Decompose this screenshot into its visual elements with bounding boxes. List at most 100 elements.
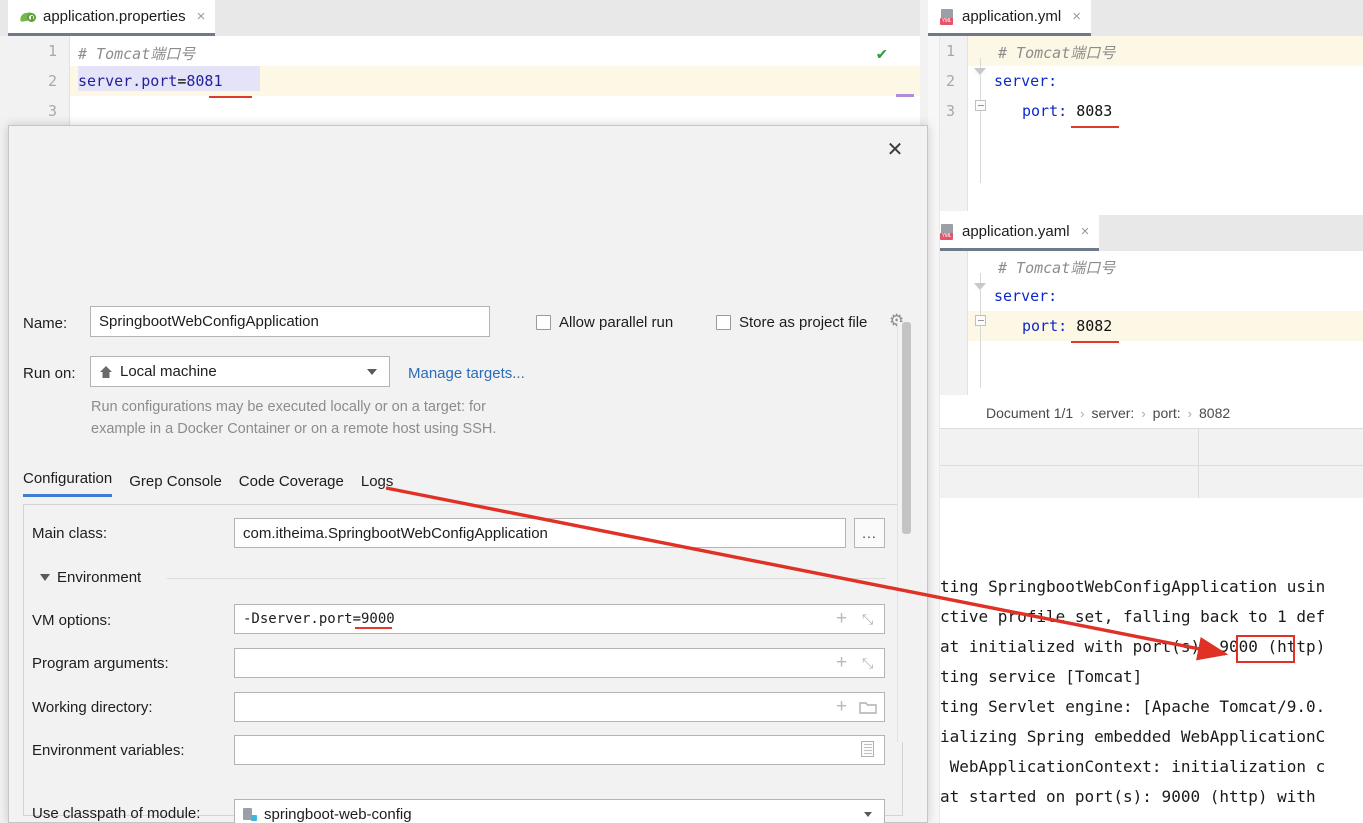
folder-icon[interactable]	[859, 700, 877, 717]
tab-application-properties[interactable]: application.properties ×	[8, 0, 215, 36]
property-value: 8081	[186, 72, 222, 90]
store-as-project-file-label: Store as project file	[739, 314, 867, 331]
code-area-yaml[interactable]: # Tomcat端口号 server: port: 8082	[968, 251, 1363, 395]
environment-section-header[interactable]: Environment	[40, 569, 141, 586]
fold-toggle-icon[interactable]	[975, 100, 986, 111]
browse-main-class-button[interactable]: ...	[854, 518, 885, 548]
scrollbar-marker	[896, 94, 914, 97]
code-line-port: port: 8083	[1022, 102, 1112, 120]
error-underline	[209, 96, 252, 98]
use-classpath-of-module-label: Use classpath of module:	[32, 805, 200, 822]
list-icon[interactable]	[861, 741, 874, 757]
run-configuration-dialog: ✕ Name: SpringbootWebConfigApplication A…	[8, 125, 928, 823]
close-icon[interactable]: ×	[1081, 223, 1090, 240]
tab-application-yaml[interactable]: YML application.yaml ×	[928, 215, 1099, 251]
add-icon[interactable]: +	[836, 653, 847, 672]
breadcrumb-item-port[interactable]: port:	[1153, 405, 1181, 421]
use-classpath-of-module-select[interactable]: springboot-web-config	[234, 799, 885, 823]
breadcrumb-item-document[interactable]: Document 1/1	[986, 405, 1073, 421]
configuration-tabs[interactable]: Configuration Grep Console Code Coverage…	[23, 470, 393, 497]
working-directory-input[interactable]	[234, 692, 885, 722]
console-line: at started on port(s): 9000 (http) with	[940, 787, 1325, 806]
chevron-right-icon: ›	[1080, 406, 1084, 421]
error-underline	[1071, 126, 1119, 128]
chevron-down-icon[interactable]	[367, 369, 377, 375]
chevron-right-icon: ›	[1188, 406, 1192, 421]
section-divider	[167, 578, 886, 579]
yaml-key: port:	[1022, 317, 1067, 335]
line-number: 3	[48, 102, 57, 120]
chevron-right-icon: ›	[1141, 406, 1145, 421]
tab-application-yml[interactable]: YML application.yml ×	[928, 0, 1091, 36]
tab-label: application.properties	[43, 8, 186, 25]
tab-configuration[interactable]: Configuration	[23, 470, 112, 497]
breadcrumb-item-server[interactable]: server:	[1092, 405, 1135, 421]
toolbar-strip	[928, 466, 1363, 498]
add-icon[interactable]: +	[836, 609, 847, 628]
expand-icon[interactable]: ⤡	[862, 612, 873, 626]
console-line: WebApplicationContext: initialization c	[940, 757, 1325, 776]
yaml-value: 8083	[1076, 102, 1112, 120]
close-button[interactable]: ✕	[881, 136, 909, 164]
yml-file-icon: YML	[940, 9, 955, 25]
editor-pane-properties: application.properties × 1 2 3 # Tomcat端…	[0, 0, 920, 125]
gutter-left: 1 2 3	[0, 36, 70, 125]
tab-logs[interactable]: Logs	[361, 473, 394, 497]
console-port-highlight-box	[1236, 635, 1295, 663]
fold-guide-line	[980, 58, 981, 183]
chevron-down-icon[interactable]	[864, 812, 872, 817]
add-icon[interactable]: +	[836, 697, 847, 716]
breadcrumb[interactable]: Document 1/1 › server: › port: › 8082	[986, 405, 1230, 421]
code-line-server: server:	[994, 72, 1057, 90]
working-directory-label: Working directory:	[32, 699, 153, 716]
console-left-rail	[928, 36, 940, 823]
vm-options-port-underline	[355, 627, 392, 629]
toolbar-strip	[928, 429, 1363, 465]
property-key: server.port	[78, 72, 177, 90]
spring-leaf-icon	[20, 9, 36, 25]
vm-options-label: VM options:	[32, 612, 111, 629]
store-as-project-file-row[interactable]: Store as project file	[716, 314, 867, 331]
yaml-key: port:	[1022, 102, 1067, 120]
console-line: ializing Spring embedded WebApplicationC	[940, 727, 1325, 746]
fold-toggle-icon[interactable]	[975, 315, 986, 326]
code-line-comment: # Tomcat端口号	[998, 42, 1115, 63]
manage-targets-link[interactable]: Manage targets...	[408, 365, 525, 382]
chevron-down-icon[interactable]	[40, 574, 50, 581]
tab-grep-console[interactable]: Grep Console	[129, 473, 222, 497]
tab-label: application.yaml	[962, 223, 1070, 240]
environment-variables-input[interactable]	[234, 735, 885, 765]
expand-icon[interactable]: ⤡	[862, 656, 873, 670]
close-icon[interactable]: ×	[197, 8, 206, 25]
code-area-properties[interactable]: # Tomcat端口号 server.port=8081 ✔	[70, 36, 920, 125]
code-line-port: port: 8082	[1022, 317, 1112, 335]
code-line-server-port: server.port=8081	[78, 72, 223, 90]
allow-parallel-run-checkbox[interactable]	[536, 315, 551, 330]
program-arguments-input[interactable]	[234, 648, 885, 678]
main-class-input[interactable]: com.itheima.SpringbootWebConfigApplicati…	[234, 518, 846, 548]
run-on-help-text: Run configurations may be executed local…	[91, 396, 611, 440]
yml-file-icon: YML	[940, 224, 955, 240]
console-line: ting service [Tomcat]	[940, 667, 1142, 686]
fold-toggle-icon[interactable]	[974, 283, 986, 290]
breadcrumb-item-value[interactable]: 8082	[1199, 405, 1230, 421]
yaml-value: 8082	[1076, 317, 1112, 335]
store-as-project-file-checkbox[interactable]	[716, 315, 731, 330]
name-input[interactable]: SpringbootWebConfigApplication	[90, 306, 490, 337]
console-line: ting SpringbootWebConfigApplication usin	[940, 577, 1325, 596]
console-line-text: at initialized with port(s):	[940, 637, 1219, 656]
run-on-select[interactable]: Local machine	[90, 356, 390, 387]
run-console-output[interactable]: ting SpringbootWebConfigApplication usin…	[940, 575, 1363, 823]
allow-parallel-run-row[interactable]: Allow parallel run	[536, 314, 673, 331]
screen-root: application.properties × 1 2 3 # Tomcat端…	[0, 0, 1363, 823]
fold-toggle-icon[interactable]	[974, 68, 986, 75]
run-on-value: Local machine	[120, 363, 217, 380]
name-label: Name:	[23, 315, 67, 332]
tab-code-coverage[interactable]: Code Coverage	[239, 473, 344, 497]
close-icon[interactable]: ×	[1072, 8, 1081, 25]
inspection-ok-icon[interactable]: ✔	[877, 46, 887, 63]
fold-guide-line	[980, 273, 981, 388]
vm-options-input[interactable]: -Dserver.port=9000	[234, 604, 885, 634]
dialog-scrollbar-thumb[interactable]	[902, 322, 911, 534]
code-area-yml[interactable]: # Tomcat端口号 server: port: 8083	[968, 36, 1363, 211]
